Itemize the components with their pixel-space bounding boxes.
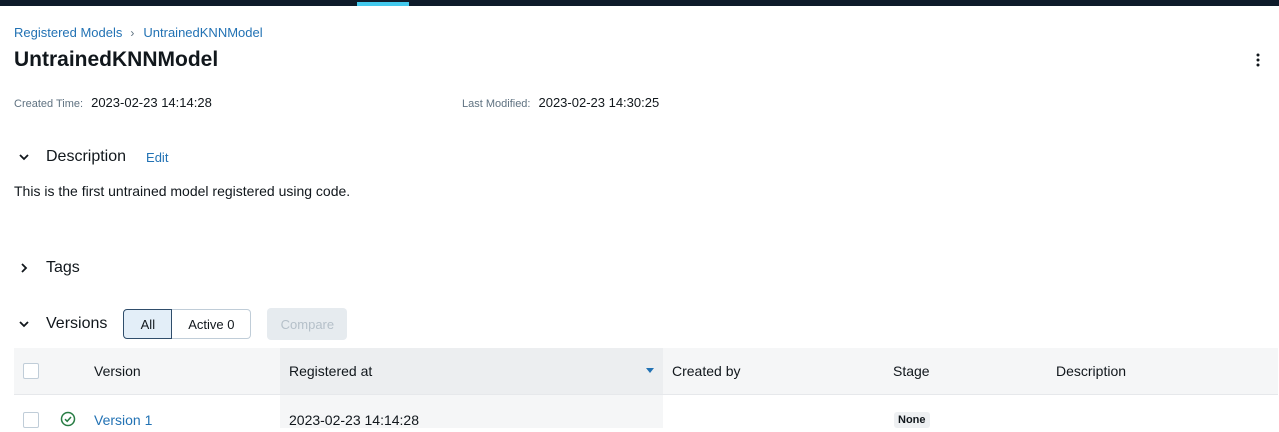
chevron-down-icon[interactable] [14, 147, 34, 167]
edit-description-link[interactable]: Edit [146, 150, 168, 165]
versions-section-header: Versions All Active 0 Compare [14, 308, 348, 340]
tags-section-title[interactable]: Tags [46, 259, 80, 277]
last-modified-label: Last Modified: [462, 98, 531, 110]
model-description-text: This is the first untrained model regist… [14, 183, 351, 199]
description-section-header: Description Edit [14, 147, 168, 167]
stage-badge: None [894, 412, 930, 428]
column-header-description[interactable]: Description [1056, 363, 1126, 379]
created-time-label: Created Time: [14, 98, 84, 110]
filter-all-button[interactable]: All [123, 309, 173, 339]
tags-section-header: Tags [14, 258, 80, 278]
chevron-right-icon: › [130, 25, 135, 40]
chevron-down-icon[interactable] [14, 314, 34, 334]
table-row: Version 1 2023-02-23 14:14:28 None [14, 395, 1278, 428]
breadcrumb-registered-models-link[interactable]: Registered Models [14, 25, 122, 40]
active-tab-indicator [357, 2, 409, 6]
breadcrumb: Registered Models › UntrainedKNNModel [14, 25, 263, 40]
kebab-menu-icon[interactable] [1250, 52, 1266, 68]
compare-button[interactable]: Compare [267, 308, 348, 340]
select-all-checkbox[interactable] [23, 363, 39, 379]
registered-at-value: 2023-02-23 14:14:28 [289, 412, 419, 428]
column-header-registered-at[interactable]: Registered at [289, 363, 372, 379]
table-header: Version Registered at Created by Stage D… [14, 348, 1278, 395]
chevron-right-icon[interactable] [14, 258, 34, 278]
versions-filter-toggle: All Active 0 [123, 309, 252, 339]
created-time: Created Time: 2023-02-23 14:14:28 [14, 95, 212, 110]
versions-section-title[interactable]: Versions [46, 315, 107, 333]
page-title: UntrainedKNNModel [14, 48, 219, 71]
version-link[interactable]: Version 1 [94, 412, 152, 428]
description-section-title[interactable]: Description [46, 148, 126, 166]
column-header-created-by[interactable]: Created by [672, 363, 740, 379]
sort-descending-icon[interactable] [646, 368, 654, 373]
row-select-checkbox[interactable] [23, 412, 39, 428]
last-modified: Last Modified: 2023-02-23 14:30:25 [462, 95, 659, 110]
last-modified-value: 2023-02-23 14:30:25 [538, 95, 660, 110]
versions-table: Version Registered at Created by Stage D… [14, 348, 1278, 428]
created-time-value: 2023-02-23 14:14:28 [91, 95, 212, 110]
column-header-version[interactable]: Version [94, 363, 141, 379]
top-navigation-bar [0, 0, 1279, 6]
column-header-stage[interactable]: Stage [893, 363, 930, 379]
check-circle-icon [60, 411, 76, 427]
breadcrumb-current-model-link[interactable]: UntrainedKNNModel [143, 25, 262, 40]
filter-active-button[interactable]: Active 0 [172, 309, 252, 339]
